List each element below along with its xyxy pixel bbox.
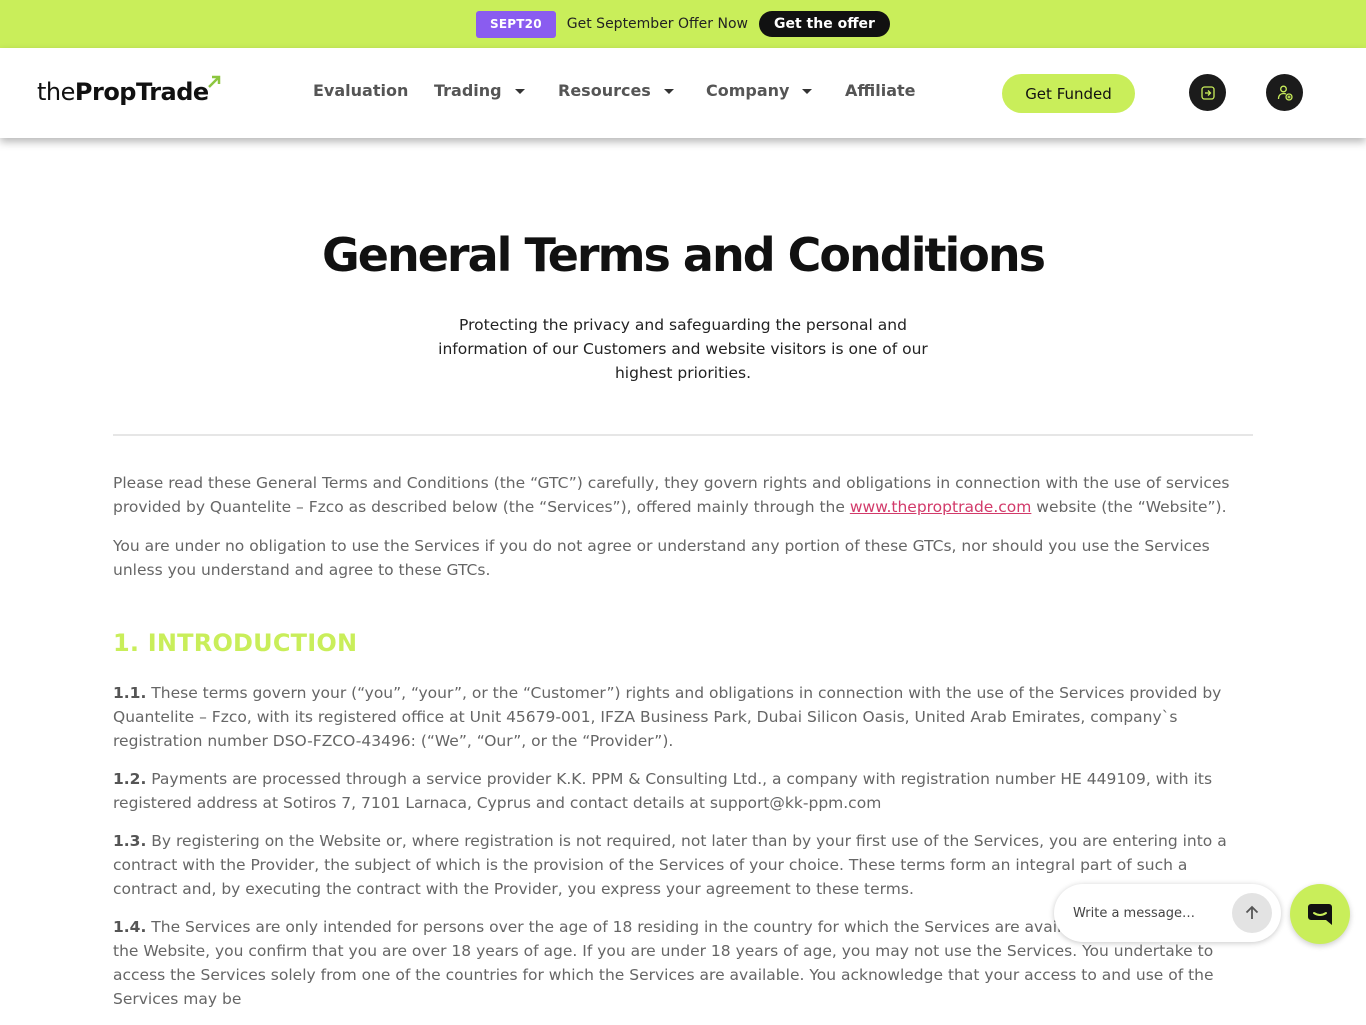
website-link[interactable]: www.theproptrade.com	[850, 498, 1032, 516]
chevron-down-icon	[802, 89, 813, 94]
chat-bubble-icon	[1308, 904, 1332, 925]
divider	[113, 434, 1253, 436]
nav-item-company[interactable]: Company	[706, 81, 813, 100]
logo-text-thin: the	[37, 78, 75, 106]
page-subtitle: Protecting the privacy and safeguarding …	[438, 316, 928, 382]
chat-message-input[interactable]: Write a message…	[1054, 884, 1281, 942]
section-heading: 1. INTRODUCTION	[113, 629, 358, 657]
intro-paragraph: Please read these General Terms and Cond…	[113, 471, 1253, 519]
intro-paragraph-2: You are under no obligation to use the S…	[113, 537, 1210, 579]
nav-item-resources[interactable]: Resources	[558, 81, 674, 100]
clause-number: 1.2.	[113, 770, 147, 788]
chat-placeholder: Write a message…	[1073, 905, 1195, 921]
nav-item-affiliate[interactable]: Affiliate	[845, 81, 916, 100]
logo-arrow-icon	[207, 75, 220, 88]
login-icon	[1200, 85, 1215, 100]
logo[interactable]: thePropTrade	[37, 75, 220, 106]
nav-item-evaluation[interactable]: Evaluation	[313, 81, 408, 100]
nav-label: Evaluation	[313, 81, 409, 100]
promo-bar: SEPT20 Get September Offer Now Get the o…	[0, 0, 1366, 48]
chevron-down-icon	[514, 89, 525, 94]
chevron-down-icon	[663, 89, 674, 94]
page-title: General Terms and Conditions	[322, 228, 1046, 282]
clause-text: By registering on the Website or, where …	[113, 832, 1227, 898]
clause-1-1: 1.1. These terms govern your (“you”, “yo…	[113, 681, 1253, 753]
nav-item-trading[interactable]: Trading	[434, 81, 525, 100]
promo-code-badge: SEPT20	[476, 10, 556, 38]
register-user-icon	[1277, 85, 1293, 101]
logo-text-bold: PropTrade	[74, 78, 209, 106]
clause-number: 1.3.	[113, 832, 147, 850]
arrow-up-icon	[1245, 905, 1259, 919]
chat-send-button[interactable]	[1232, 893, 1272, 933]
intro-text-after: website (the “Website”).	[1031, 498, 1227, 516]
clause-1-2: 1.2. Payments are processed through a se…	[113, 767, 1253, 815]
get-funded-button[interactable]: Get Funded	[1002, 74, 1135, 113]
nav-label: Trading	[434, 81, 502, 100]
nav-label: Resources	[558, 81, 651, 100]
site-header: thePropTrade Evaluation Trading Resource…	[0, 48, 1366, 138]
clause-text: These terms govern your (“you”, “your”, …	[113, 684, 1222, 750]
chat-launcher-button[interactable]	[1290, 884, 1350, 944]
nav-label: Company	[706, 81, 790, 100]
clause-text: Payments are processed through a service…	[113, 770, 1213, 812]
clause-number: 1.4.	[113, 918, 147, 936]
login-button[interactable]	[1189, 74, 1226, 111]
get-offer-button[interactable]: Get the offer	[759, 11, 890, 37]
register-button[interactable]	[1266, 74, 1303, 111]
promo-text: Get September Offer Now	[566, 16, 748, 32]
nav-label: Affiliate	[845, 81, 916, 100]
clause-number: 1.1.	[113, 684, 147, 702]
